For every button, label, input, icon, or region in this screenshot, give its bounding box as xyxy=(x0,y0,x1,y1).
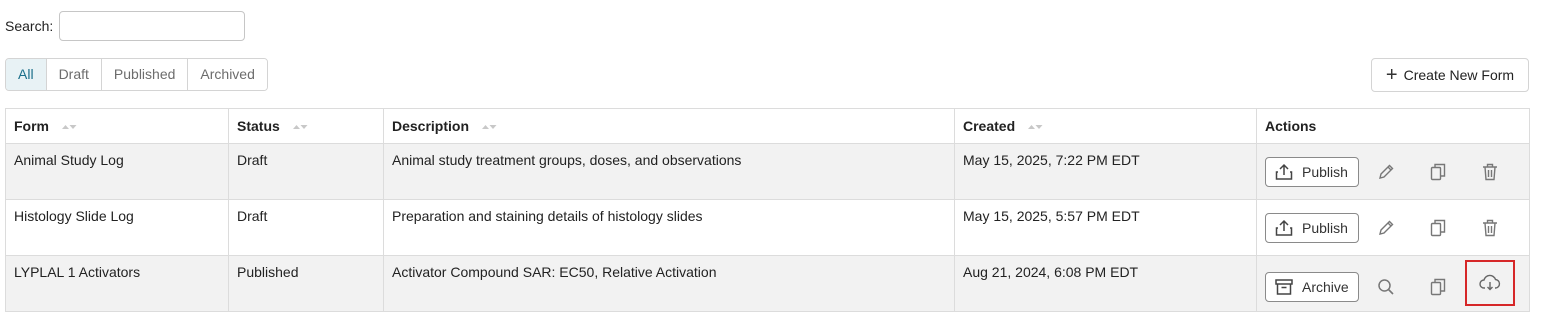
status-filter-tabs: All Draft Published Archived xyxy=(5,58,268,91)
pencil-icon xyxy=(1379,164,1394,179)
column-header-label: Description xyxy=(392,118,470,134)
form-name-cell[interactable]: LYPLAL 1 Activators xyxy=(5,255,229,312)
actions-cell: Publish xyxy=(1256,143,1530,200)
create-new-form-label: Create New Form xyxy=(1403,67,1515,83)
column-header-label: Form xyxy=(14,118,49,134)
form-name-cell[interactable]: Animal Study Log xyxy=(5,143,229,200)
created-cell: May 15, 2025, 5:57 PM EDT xyxy=(954,199,1257,256)
copy-icon xyxy=(1430,163,1446,181)
description-cell: Animal study treatment groups, doses, an… xyxy=(383,143,955,200)
column-header-label: Created xyxy=(963,118,1016,134)
status-cell: Draft xyxy=(228,143,384,200)
delete-button[interactable] xyxy=(1474,156,1506,188)
copy-button[interactable] xyxy=(1422,212,1454,244)
column-header-label: Status xyxy=(237,118,280,134)
filter-tab-draft[interactable]: Draft xyxy=(45,59,101,90)
table-row: LYPLAL 1 Activators Published Activator … xyxy=(5,255,1530,312)
created-cell: May 15, 2025, 7:22 PM EDT xyxy=(954,143,1257,200)
trash-icon xyxy=(1483,163,1497,181)
copy-button[interactable] xyxy=(1422,271,1454,303)
search-input[interactable] xyxy=(59,11,246,41)
table-row: Histology Slide Log Draft Preparation an… xyxy=(5,199,1530,256)
archive-label: Archive xyxy=(1302,279,1349,295)
forms-table: Form Status Description Created Actions … xyxy=(5,108,1530,312)
sort-icon xyxy=(1028,125,1043,130)
edit-button[interactable] xyxy=(1370,212,1402,244)
created-cell: Aug 21, 2024, 6:08 PM EDT xyxy=(954,255,1257,312)
sort-icon xyxy=(481,125,497,130)
status-cell: Published xyxy=(228,255,384,312)
archive-button[interactable]: Archive xyxy=(1265,272,1359,302)
actions-cell: Archive xyxy=(1256,255,1530,312)
create-new-form-button[interactable]: + Create New Form xyxy=(1371,58,1529,92)
pencil-icon xyxy=(1379,220,1394,235)
column-header-label: Actions xyxy=(1265,118,1317,134)
column-header-status[interactable]: Status xyxy=(228,108,384,144)
filter-tab-published[interactable]: Published xyxy=(100,59,188,90)
copy-icon xyxy=(1430,278,1446,296)
column-header-actions: Actions xyxy=(1256,108,1530,144)
download-button[interactable] xyxy=(1465,260,1515,306)
upload-icon xyxy=(1275,219,1293,236)
description-cell: Activator Compound SAR: EC50, Relative A… xyxy=(383,255,955,312)
trash-icon xyxy=(1483,219,1497,237)
edit-button[interactable] xyxy=(1370,156,1402,188)
publish-button[interactable]: Publish xyxy=(1265,213,1359,243)
publish-button[interactable]: Publish xyxy=(1265,157,1359,187)
view-button[interactable] xyxy=(1370,271,1402,303)
filter-tab-all[interactable]: All xyxy=(6,59,46,90)
column-header-description[interactable]: Description xyxy=(383,108,955,144)
search-icon xyxy=(1378,279,1394,295)
column-header-created[interactable]: Created xyxy=(954,108,1257,144)
table-header-row: Form Status Description Created Actions xyxy=(5,108,1530,144)
search-label: Search: xyxy=(5,18,54,34)
cloud-download-icon xyxy=(1479,274,1501,291)
archive-box-icon xyxy=(1275,279,1293,295)
delete-button[interactable] xyxy=(1474,212,1506,244)
form-name-cell[interactable]: Histology Slide Log xyxy=(5,199,229,256)
filter-tab-archived[interactable]: Archived xyxy=(187,59,267,90)
status-cell: Draft xyxy=(228,199,384,256)
column-header-form[interactable]: Form xyxy=(5,108,229,144)
table-row: Animal Study Log Draft Animal study trea… xyxy=(5,143,1530,200)
search-bar: Search: xyxy=(5,10,246,42)
actions-cell: Publish xyxy=(1256,199,1530,256)
publish-label: Publish xyxy=(1302,164,1348,180)
copy-icon xyxy=(1430,219,1446,237)
copy-button[interactable] xyxy=(1422,156,1454,188)
description-cell: Preparation and staining details of hist… xyxy=(383,199,955,256)
plus-icon: + xyxy=(1385,64,1398,86)
upload-icon xyxy=(1275,163,1293,180)
sort-icon xyxy=(61,125,77,130)
sort-icon xyxy=(292,125,308,130)
publish-label: Publish xyxy=(1302,220,1348,236)
